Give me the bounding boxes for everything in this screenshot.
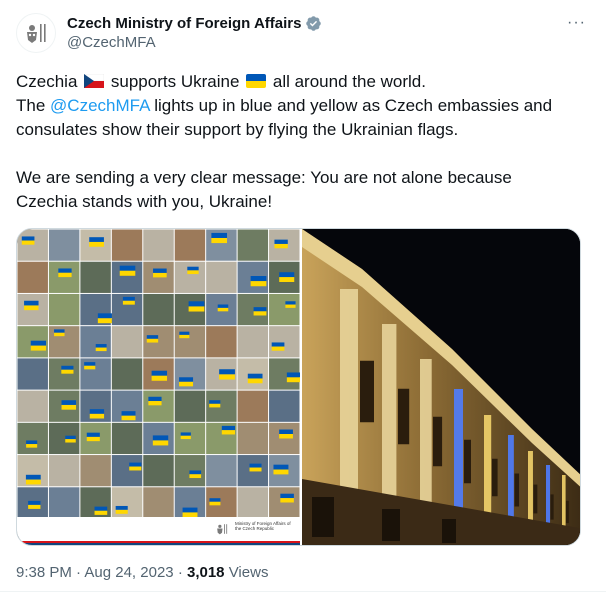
media-building-photo[interactable] — [302, 229, 580, 545]
views-count: 3,018 — [186, 564, 225, 581]
tweet-card: Czech Ministry of Foreign Affairs @Czech… — [0, 0, 606, 592]
mention-link[interactable]: @CzechMFA — [50, 96, 149, 115]
collage-footer: Ministry of Foreign Affairs of the Czech… — [17, 517, 300, 545]
author-names: Czech Ministry of Foreign Affairs @Czech… — [67, 15, 322, 51]
author-name-row: Czech Ministry of Foreign Affairs — [67, 15, 322, 32]
avatar[interactable] — [16, 13, 56, 53]
czech-flag-icon — [84, 74, 105, 88]
tweet-media: Ministry of Foreign Affairs of the Czech… — [16, 228, 581, 546]
czech-mfa-logo-icon — [27, 24, 46, 43]
tweet-date[interactable]: Aug 24, 2023 — [84, 564, 173, 581]
building-night-illustration — [302, 229, 580, 545]
collage-mosaic — [17, 229, 300, 519]
tweet-header: Czech Ministry of Foreign Affairs @Czech… — [16, 10, 590, 56]
collage-caption: Ministry of Foreign Affairs of the Czech… — [235, 521, 291, 531]
tweet-meta: 9:38 PM · Aug 24, 2023 · 3,018 Views — [16, 564, 268, 581]
text-supports-ukraine: supports Ukraine — [110, 72, 240, 91]
author-display-name[interactable]: Czech Ministry of Foreign Affairs — [67, 15, 301, 32]
text-around-world: all around the world. — [272, 72, 426, 91]
meta-separator: · — [76, 564, 82, 581]
views-label: Views — [228, 564, 269, 581]
tweet-time[interactable]: 9:38 PM — [16, 564, 72, 581]
verified-badge-icon[interactable] — [305, 15, 322, 32]
meta-separator-2: · — [177, 564, 183, 581]
ukraine-flag-icon — [246, 74, 267, 88]
more-options-icon[interactable]: ··· — [567, 14, 586, 32]
author-handle[interactable]: @CzechMFA — [67, 34, 322, 51]
tweet-paragraph-1: Czechia supports Ukraine all around the … — [16, 70, 576, 142]
text-the: The — [16, 96, 46, 115]
mfa-mini-logo-icon — [217, 524, 228, 535]
tweet-text: Czechia supports Ukraine all around the … — [16, 70, 576, 214]
tweet-paragraph-2: We are sending a very clear message: You… — [16, 168, 512, 211]
media-collage-image[interactable]: Ministry of Foreign Affairs of the Czech… — [17, 229, 300, 545]
text-czechia: Czechia — [16, 72, 78, 91]
